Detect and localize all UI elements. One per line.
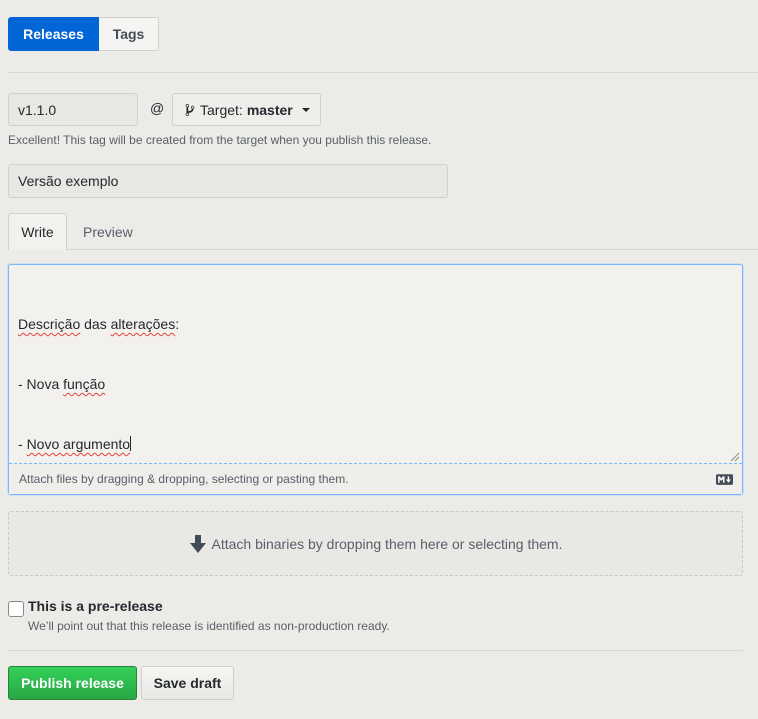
tab-releases[interactable]: Releases [8,17,99,51]
caret-down-icon [301,107,310,112]
save-draft-button[interactable]: Save draft [141,666,234,700]
description-text: - Nova [18,376,64,392]
arrow-down-icon [189,534,206,553]
description-text: das [80,316,111,332]
tag-hint: Excellent! This tag will be created from… [8,133,432,147]
divider [8,650,743,651]
release-title-input[interactable]: Versão exemplo [8,164,448,198]
target-label: Target: [200,101,243,118]
description-text: - [18,436,27,452]
tabs-underline [66,249,758,250]
tag-version-input[interactable]: v1.1.0 [8,93,138,126]
dropzone-text: Attach binaries by dropping them here or… [211,535,563,552]
prerelease-label[interactable]: This is a pre-release [28,598,163,614]
git-branch-icon [185,103,195,116]
description-line: - Novo argumento [18,434,728,454]
editor-tabs: Write Preview [8,213,147,250]
description-line: Descrição das alterações: [18,314,728,334]
description-text: alterações [110,316,176,332]
target-branch-button[interactable]: Target: master [172,93,321,126]
description-line: - Nova função [18,374,728,394]
resize-handle-icon[interactable] [730,452,740,462]
at-symbol: @ [150,100,165,116]
divider [8,72,758,73]
markdown-icon[interactable] [716,474,733,485]
description-text: Descrição [18,316,81,332]
tab-write[interactable]: Write [8,213,67,250]
release-description-editor[interactable]: Descrição das alterações: - Nova função … [8,264,743,495]
publish-release-button[interactable]: Publish release [8,666,137,700]
releases-tags-nav: Releases Tags [8,17,159,51]
description-text: função [63,376,106,392]
description-textarea[interactable]: Descrição das alterações: - Nova função … [18,274,728,461]
description-text: Novo argumento [26,436,131,452]
tab-tags[interactable]: Tags [99,17,159,51]
target-value: master [246,101,293,118]
binaries-dropzone[interactable]: Attach binaries by dropping them here or… [8,511,743,576]
attach-files-bar[interactable]: Attach files by dragging & dropping, sel… [9,463,742,494]
prerelease-checkbox[interactable] [8,601,24,617]
prerelease-note: We’ll point out that this release is ide… [28,619,390,633]
attach-files-text: Attach files by dragging & dropping, sel… [19,472,349,486]
description-text: : [175,316,180,332]
text-cursor [130,436,132,451]
tab-preview[interactable]: Preview [67,213,147,250]
